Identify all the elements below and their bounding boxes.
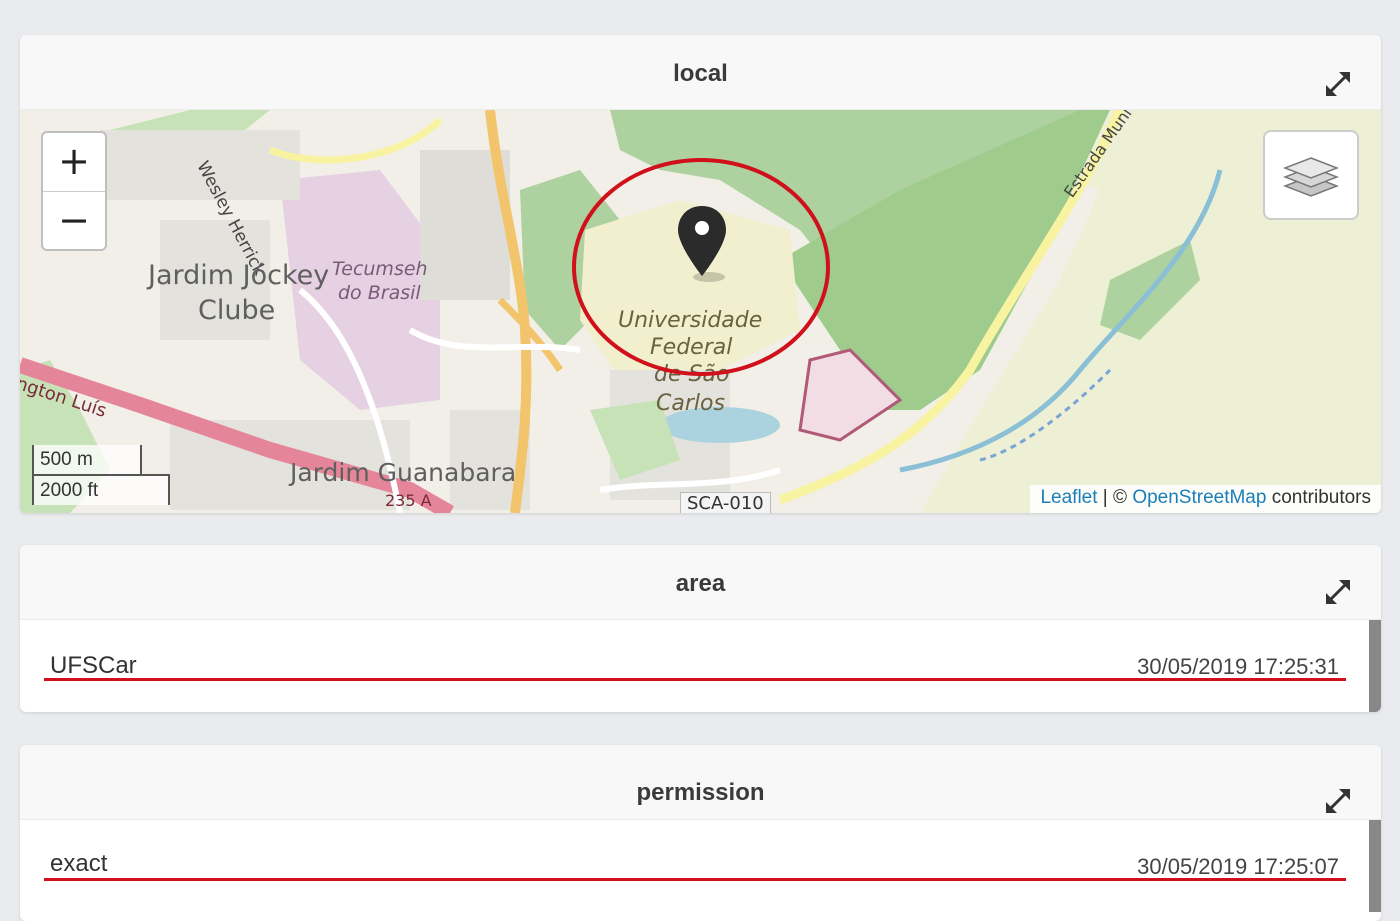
area-timestamp: 30/05/2019 17:25:31 — [1137, 654, 1339, 679]
area-scrollbar[interactable] — [1369, 620, 1381, 712]
area-underline — [44, 678, 1346, 681]
expand-icon[interactable] — [1321, 55, 1355, 97]
attribution-suffix: contributors — [1266, 487, 1371, 508]
local-panel-title: local — [673, 60, 728, 87]
location-marker-icon[interactable] — [675, 204, 729, 284]
map-scale: 500 m 2000 ft — [32, 445, 170, 505]
map-label-jardim-guanabara: Jardim Guanabara — [290, 458, 517, 487]
map-label-clube: Clube — [198, 295, 276, 326]
map-label-jardim-jockey: Jardim Jóckey — [148, 260, 330, 291]
area-panel-header: area — [20, 545, 1381, 620]
permission-panel-header: permission — [20, 745, 1381, 820]
zoom-control: + − — [41, 131, 107, 251]
map-label-tecumseh: Tecumseh — [332, 258, 428, 280]
zoom-out-button[interactable]: − — [43, 191, 105, 249]
leaflet-link[interactable]: Leaflet — [1040, 487, 1097, 508]
permission-panel: permission exact 30/05/2019 17:25:07 — [20, 745, 1381, 921]
layers-control[interactable] — [1263, 130, 1359, 220]
permission-scrollbar[interactable] — [1369, 820, 1381, 912]
local-panel: local Wesley Herrick Jardim Jóckey Clube… — [20, 35, 1381, 513]
map-attribution: Leaflet | © OpenStreetMap contributors — [1030, 485, 1381, 513]
area-row: UFSCar 30/05/2019 17:25:31 — [20, 620, 1381, 712]
permission-underline — [44, 878, 1346, 881]
permission-value: exact — [50, 850, 108, 877]
expand-icon[interactable] — [1321, 763, 1355, 814]
map-label-road-235: 235 A — [385, 491, 432, 510]
map[interactable]: Wesley Herrick Jardim Jóckey Clube Tecum… — [20, 110, 1381, 513]
local-panel-header: local — [20, 35, 1381, 110]
zoom-in-button[interactable]: + — [43, 133, 105, 191]
permission-timestamp: 30/05/2019 17:25:07 — [1137, 854, 1339, 879]
map-label-sca-010: SCA-010 — [680, 492, 771, 513]
map-label-do-brasil: do Brasil — [338, 282, 421, 304]
attribution-separator: | © — [1097, 487, 1133, 508]
layers-icon — [1283, 157, 1339, 197]
area-panel: area UFSCar 30/05/2019 17:25:31 — [20, 545, 1381, 712]
scale-metric: 500 m — [32, 445, 142, 476]
expand-icon[interactable] — [1321, 563, 1355, 605]
scale-imperial: 2000 ft — [32, 474, 170, 505]
area-panel-title: area — [675, 570, 726, 597]
openstreetmap-link[interactable]: OpenStreetMap — [1132, 487, 1266, 508]
permission-panel-title: permission — [636, 779, 765, 806]
area-value: UFSCar — [50, 652, 137, 679]
map-label-ufscar-4: Carlos — [656, 391, 725, 416]
permission-row: exact 30/05/2019 17:25:07 — [20, 820, 1381, 912]
